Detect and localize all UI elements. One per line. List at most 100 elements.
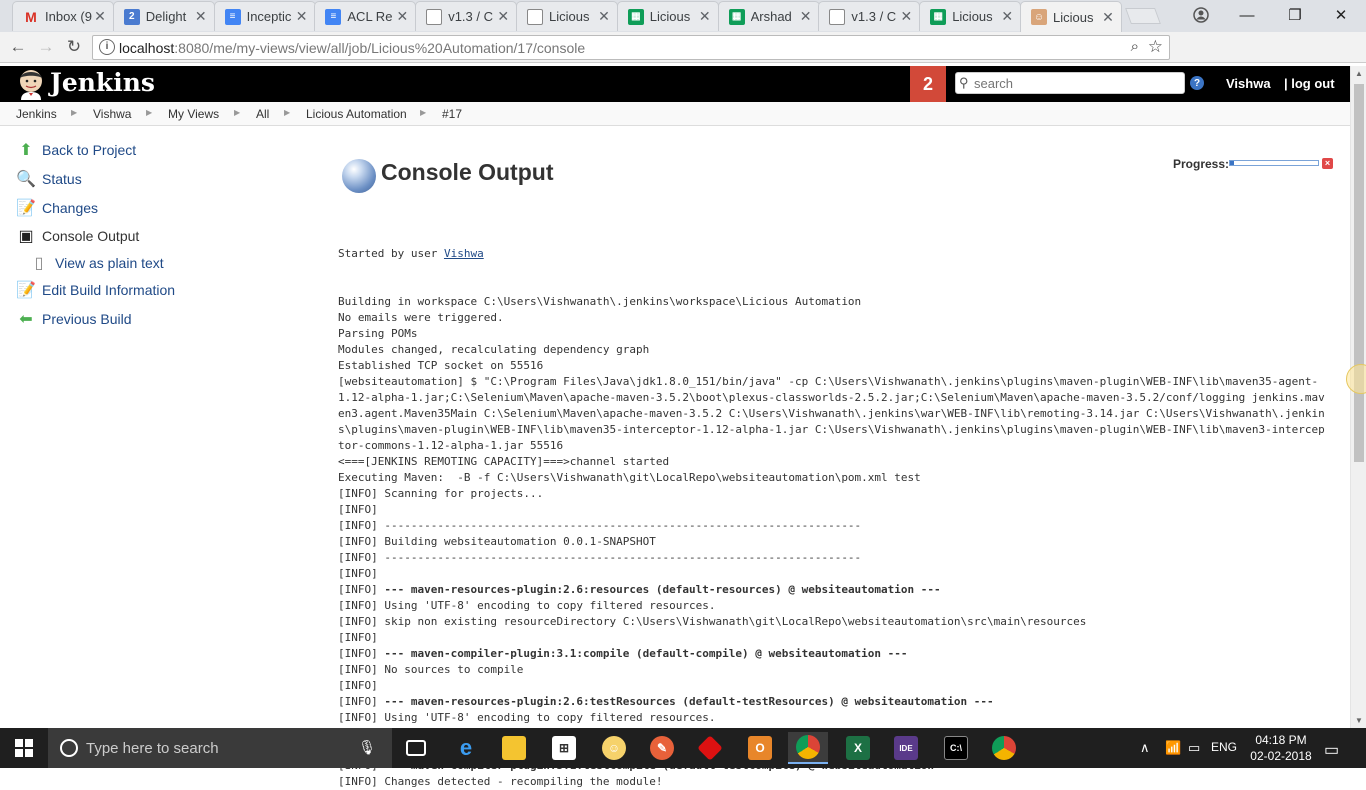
jenkins-title[interactable]: Jenkins: [50, 68, 155, 97]
browser-tab[interactable]: ▦ Arshad ✕: [717, 1, 820, 31]
jenkins-logo-icon[interactable]: [16, 68, 46, 100]
console-line: [INFO] --- maven-compiler-plugin:3.1:com…: [338, 647, 908, 660]
minimize-button[interactable]: —: [1224, 0, 1270, 30]
breadcrumb-item[interactable]: All: [256, 107, 269, 121]
show-hidden-icons[interactable]: ∧: [1140, 740, 1150, 756]
microphone-icon[interactable]: 🎙: [358, 739, 376, 756]
start-button[interactable]: [0, 728, 48, 768]
browser-tab[interactable]: ▦ Licious ✕: [616, 1, 719, 31]
site-info-icon[interactable]: i: [99, 39, 115, 55]
browser-tab[interactable]: ≡ Inceptic ✕: [213, 1, 316, 31]
back-button[interactable]: ←: [6, 36, 30, 58]
tab-close-icon[interactable]: ✕: [295, 8, 309, 25]
breadcrumb-item[interactable]: My Views: [168, 107, 219, 121]
browser-tab[interactable]: v1.3 / C ✕: [415, 1, 518, 31]
breadcrumb-item[interactable]: Licious Automation: [306, 107, 407, 121]
breadcrumb-separator-icon[interactable]: ▶: [234, 108, 240, 117]
task-link[interactable]: ⬆ Back to Project: [16, 140, 136, 160]
chrome-icon[interactable]: [788, 732, 828, 764]
tab-close-icon[interactable]: ✕: [395, 8, 409, 25]
browser-tab[interactable]: ≡ ACL Re ✕: [314, 1, 417, 31]
console-line: [INFO]: [338, 503, 378, 516]
jenkins-search-box[interactable]: ⚲: [955, 72, 1185, 94]
task-link[interactable]: 🔍 Status: [16, 169, 82, 189]
search-input[interactable]: [974, 75, 1179, 91]
forward-button[interactable]: →: [34, 36, 58, 58]
breadcrumb-separator-icon[interactable]: ▶: [146, 108, 152, 117]
outlook-icon[interactable]: O: [740, 732, 780, 764]
stop-build-icon[interactable]: ×: [1322, 158, 1333, 169]
notification-center-icon[interactable]: ▭: [1324, 740, 1339, 760]
console-line: [INFO] Using 'UTF-8' encoding to copy fi…: [338, 711, 716, 724]
tab-close-icon[interactable]: ✕: [1101, 9, 1115, 26]
page-icon: [829, 8, 846, 25]
eclipse-icon[interactable]: IDE: [886, 732, 926, 764]
taskbar-search[interactable]: Type here to search 🎙: [48, 728, 392, 768]
tab-close-icon[interactable]: ✕: [799, 8, 813, 25]
breadcrumb-separator-icon[interactable]: ▶: [284, 108, 290, 117]
red-app-icon[interactable]: [690, 732, 730, 764]
breadcrumb-item[interactable]: Jenkins: [16, 107, 57, 121]
task-link[interactable]: 📝 Changes: [16, 198, 98, 218]
windows-taskbar: Type here to search 🎙 e ⊞ ☺ ✎ O X IDE C:…: [0, 728, 1366, 768]
notification-badge[interactable]: 2: [910, 66, 946, 102]
profile-icon[interactable]: [1178, 0, 1224, 30]
user-link[interactable]: Vishwa: [1226, 76, 1271, 91]
tab-close-icon[interactable]: ✕: [93, 8, 107, 25]
tab-title: ACL Re: [347, 9, 393, 24]
task-link[interactable]: ▣ Console Output: [16, 226, 139, 246]
language-indicator[interactable]: ENG: [1211, 740, 1237, 754]
edge-icon[interactable]: e: [446, 732, 486, 764]
reload-button[interactable]: ↻: [62, 36, 86, 58]
browser-tab[interactable]: ☺ Licious ✕: [1020, 1, 1122, 32]
battery-icon[interactable]: ▭: [1188, 740, 1200, 756]
scroll-up-icon[interactable]: ▲: [1355, 69, 1363, 78]
network-icon[interactable]: 📶: [1165, 740, 1181, 756]
breadcrumb-item[interactable]: Vishwa: [93, 107, 131, 121]
taskbar-search-placeholder: Type here to search: [86, 739, 219, 757]
task-link[interactable]: ▯ View as plain text: [29, 253, 164, 273]
docs-icon: ≡: [224, 8, 241, 25]
tab-close-icon[interactable]: ✕: [496, 8, 510, 25]
url-text[interactable]: localhost:8080/me/my-views/view/all/job/…: [119, 40, 585, 56]
browser-tab[interactable]: ▦ Licious ✕: [919, 1, 1022, 31]
bookmark-star-icon[interactable]: ☆: [1148, 37, 1163, 57]
scroll-down-icon[interactable]: ▼: [1355, 716, 1363, 725]
breadcrumb-separator-icon[interactable]: ▶: [420, 108, 426, 117]
url-bar[interactable]: i localhost:8080/me/my-views/view/all/jo…: [92, 35, 1170, 60]
restore-button[interactable]: ❐: [1272, 0, 1318, 30]
zoom-icon[interactable]: ⌕: [1131, 38, 1139, 55]
browser-tab[interactable]: 2 Delight ✕: [112, 1, 215, 31]
new-tab-button[interactable]: [1125, 8, 1161, 24]
logout-link[interactable]: | log out: [1284, 76, 1335, 91]
system-clock[interactable]: 04:18 PM 02-02-2018: [1244, 732, 1318, 764]
browser-tab[interactable]: v1.3 / C ✕: [818, 1, 921, 31]
tab-close-icon[interactable]: ✕: [1000, 8, 1014, 25]
excel-icon[interactable]: X: [838, 732, 878, 764]
tab-close-icon[interactable]: ✕: [899, 8, 913, 25]
page-scrollbar[interactable]: ▲ ▼: [1350, 66, 1366, 728]
scrollbar-thumb[interactable]: [1354, 84, 1364, 462]
breadcrumb-separator-icon[interactable]: ▶: [71, 108, 77, 117]
file-explorer-icon[interactable]: [494, 732, 534, 764]
task-label: Back to Project: [42, 142, 137, 158]
breadcrumb-item[interactable]: #17: [442, 107, 462, 121]
window-close-button[interactable]: ✕: [1318, 0, 1364, 30]
chrome-icon-2[interactable]: [984, 732, 1024, 764]
browser-tab[interactable]: Licious ✕: [516, 1, 618, 31]
browser-tab[interactable]: M Inbox (9 ✕: [12, 1, 114, 31]
arrow-up-icon: ⬆: [19, 142, 33, 159]
task-link[interactable]: ⬅ Previous Build: [16, 309, 131, 329]
help-icon[interactable]: ?: [1190, 76, 1204, 90]
tab-close-icon[interactable]: ✕: [597, 8, 611, 25]
tool-app-icon[interactable]: ✎: [642, 732, 682, 764]
task-link[interactable]: 📝 Edit Build Information: [16, 280, 175, 300]
task-view-icon[interactable]: [396, 732, 436, 764]
command-prompt-icon[interactable]: C:\: [936, 732, 976, 764]
tab-close-icon[interactable]: ✕: [194, 8, 208, 25]
sticky-app-icon[interactable]: ☺: [594, 732, 634, 764]
console-line: Modules changed, recalculating dependenc…: [338, 343, 650, 356]
store-icon[interactable]: ⊞: [544, 732, 584, 764]
tab-close-icon[interactable]: ✕: [698, 8, 712, 25]
started-by-user-link[interactable]: Vishwa: [444, 247, 484, 260]
